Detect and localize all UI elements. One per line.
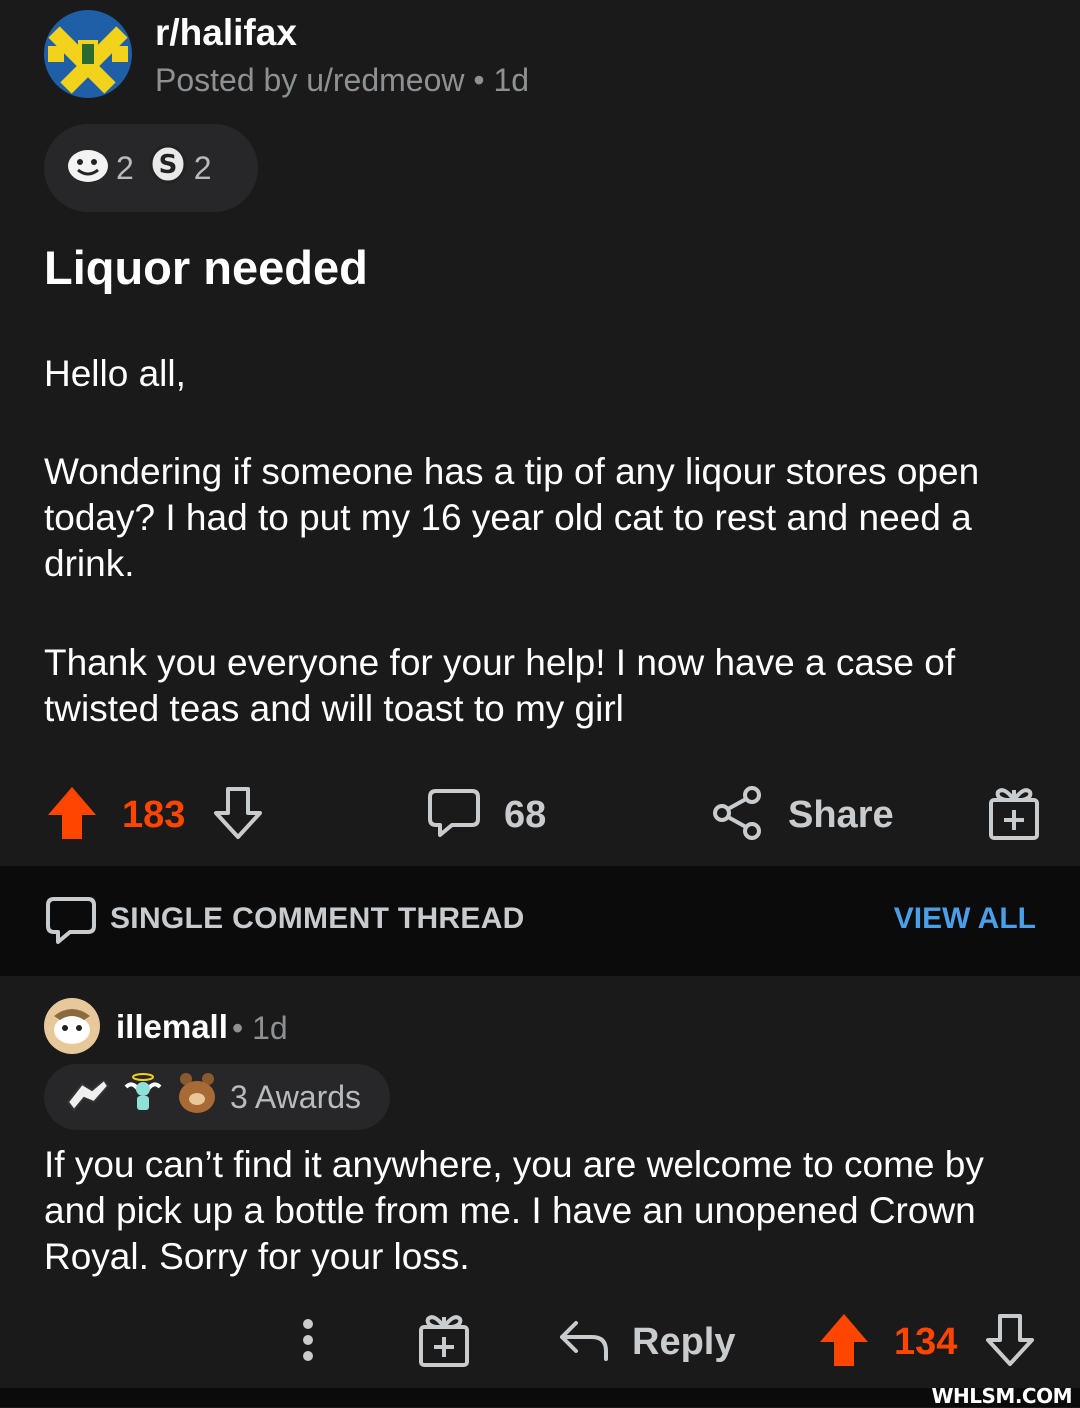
comment-action-bar: Reply 134 — [0, 1300, 1080, 1390]
reply-button[interactable]: Reply — [556, 1302, 735, 1382]
post-score: 183 — [122, 793, 186, 836]
comment-count: 68 — [504, 793, 547, 836]
post-title[interactable]: Liquor needed — [44, 240, 368, 295]
comment-bubble-icon — [44, 894, 98, 953]
comment-score: 134 — [894, 1320, 958, 1363]
upvote-arrow-icon — [44, 783, 100, 848]
helping-hand-award-icon — [64, 1072, 110, 1122]
comment-awards[interactable]: 3 Awards — [44, 1064, 390, 1130]
awards-count-label: 3 Awards — [230, 1078, 362, 1115]
downvote-button[interactable] — [982, 1302, 1038, 1382]
downvote-arrow-icon — [210, 783, 266, 848]
upvote-button[interactable] — [816, 1302, 872, 1382]
comment-bubble-icon — [426, 785, 482, 846]
post-age: 1d — [493, 62, 530, 98]
upvote-button[interactable] — [44, 775, 100, 855]
gift-award-icon — [416, 1311, 472, 1374]
reply-arrow-icon — [556, 1315, 612, 1370]
post-body-paragraph: Hello all, — [44, 353, 186, 394]
gift-award-icon — [986, 784, 1042, 847]
meta-separator: • — [473, 62, 494, 98]
comment-body: If you can’t find it anywhere, you are w… — [44, 1144, 984, 1277]
more-vertical-icon — [288, 1310, 328, 1375]
single-comment-thread-bar: SINGLE COMMENT THREAD VIEW ALL — [0, 866, 1080, 976]
award-count: 2 — [116, 149, 134, 186]
reply-label: Reply — [632, 1320, 736, 1363]
watermark: WHLSM.COM — [931, 1384, 1072, 1408]
comments-button[interactable]: 68 — [426, 775, 546, 855]
share-icon — [710, 785, 764, 846]
bottom-strip — [0, 1388, 1080, 1407]
downvote-arrow-icon — [982, 1310, 1038, 1375]
bear-hug-award-icon — [176, 1071, 218, 1123]
upvote-arrow-icon — [816, 1310, 872, 1375]
downvote-button[interactable] — [210, 775, 266, 855]
view-all-link[interactable]: VIEW ALL — [894, 902, 1036, 936]
svg-text:S: S — [158, 150, 177, 180]
wholesome-award-icon — [66, 144, 110, 192]
post-meta: Posted by u/redmeow • 1d — [155, 62, 529, 99]
post-body-paragraph: Thank you everyone for your help! I now … — [44, 642, 956, 729]
comment-age: • 1d — [232, 1010, 288, 1047]
angel-award-icon — [122, 1071, 164, 1123]
comment-username[interactable]: illemall — [116, 1008, 228, 1046]
thread-label: SINGLE COMMENT THREAD — [110, 902, 525, 935]
subreddit-avatar[interactable] — [44, 10, 132, 98]
subreddit-name[interactable]: r/halifax — [155, 12, 297, 54]
more-options-button[interactable] — [288, 1302, 328, 1382]
post-awards[interactable]: 2 S 2 — [44, 124, 258, 212]
comment-age-value: 1d — [252, 1010, 288, 1046]
meta-separator: • — [232, 1010, 253, 1046]
silver-coin-award-icon: S — [148, 144, 188, 192]
share-button[interactable]: Share — [710, 775, 894, 855]
avatar[interactable] — [44, 998, 100, 1054]
give-award-button[interactable] — [986, 775, 1042, 855]
give-award-button[interactable] — [416, 1302, 472, 1382]
posted-by[interactable]: Posted by u/redmeow — [155, 62, 465, 98]
post-body-paragraph: Wondering if someone has a tip of any li… — [44, 451, 980, 584]
post-action-bar: 183 68 Share — [0, 775, 1080, 855]
award-count: 2 — [193, 149, 212, 186]
share-label: Share — [788, 793, 894, 836]
